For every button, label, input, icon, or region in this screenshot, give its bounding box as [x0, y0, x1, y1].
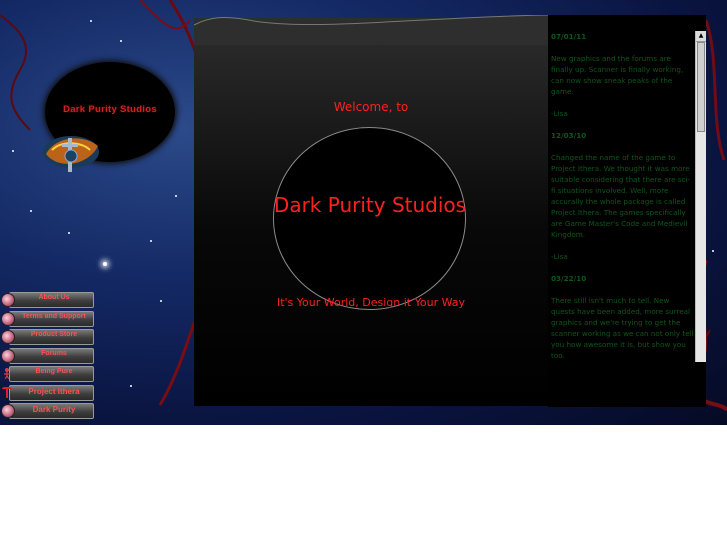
- nav-item-product-store[interactable]: Product Store: [0, 327, 96, 346]
- news-body: New graphics and the forums are finally …: [551, 54, 684, 96]
- nav-item-label: Terms and Support: [22, 312, 86, 320]
- news-body: There still isn't much to tell. New ques…: [551, 296, 694, 360]
- news-entry: 07/01/11 New graphics and the forums are…: [551, 31, 694, 119]
- news-scrollbar[interactable]: ▲: [695, 31, 706, 362]
- brand-title: Dark Purity Studios: [273, 193, 467, 217]
- logo-emblem-icon: [43, 136, 99, 172]
- logo-title: Dark Purity Studios: [63, 104, 157, 115]
- news-date: 12/03/10: [551, 131, 587, 140]
- news-signature: -Lisa: [551, 109, 568, 118]
- tagline: It's Your World, Design it Your Way: [276, 296, 466, 309]
- news-entry: 03/22/10 There still isn't much to tell.…: [551, 273, 694, 361]
- news-signature: -Lisa: [551, 252, 568, 261]
- nav-item-label: Project Ithera: [28, 386, 80, 396]
- news-date: 07/01/11: [551, 32, 587, 41]
- welcome-text: Welcome, to: [333, 100, 409, 114]
- nav-item-being-pure[interactable]: Being Pure: [0, 364, 96, 383]
- sidebar-nav: About Us Terms and Support Product Store…: [0, 290, 96, 420]
- news-feed[interactable]: 07/01/11 New graphics and the forums are…: [551, 31, 694, 361]
- nav-item-label: Being Pure: [35, 368, 73, 375]
- nav-item-label: Forums: [41, 349, 67, 357]
- nav-item-about-us[interactable]: About Us: [0, 290, 96, 309]
- nav-item-label: Dark Purity: [32, 405, 76, 414]
- news-panel[interactable]: 07/01/11 New graphics and the forums are…: [548, 15, 706, 407]
- nav-item-label: Product Store: [30, 331, 78, 338]
- center-circle: [273, 127, 466, 310]
- nav-item-forums[interactable]: Forums: [0, 346, 96, 365]
- news-body: Changed the name of the game to Project …: [551, 153, 691, 239]
- space-background: Dark Purity Studios About Us Terms and S…: [0, 0, 727, 425]
- news-entry: 12/03/10 Changed the name of the game to…: [551, 130, 694, 262]
- panel-top-edge: [194, 15, 548, 45]
- nav-item-project-ithera[interactable]: Project Ithera: [0, 383, 96, 402]
- nav-item-dark-purity[interactable]: Dark Purity: [0, 401, 96, 420]
- news-date: 03/22/10: [551, 274, 587, 283]
- nav-item-terms-and-support[interactable]: Terms and Support: [0, 309, 96, 328]
- nav-item-label: About Us: [38, 294, 70, 301]
- scroll-up-arrow-icon[interactable]: ▲: [696, 31, 706, 42]
- scroll-thumb[interactable]: [697, 42, 705, 132]
